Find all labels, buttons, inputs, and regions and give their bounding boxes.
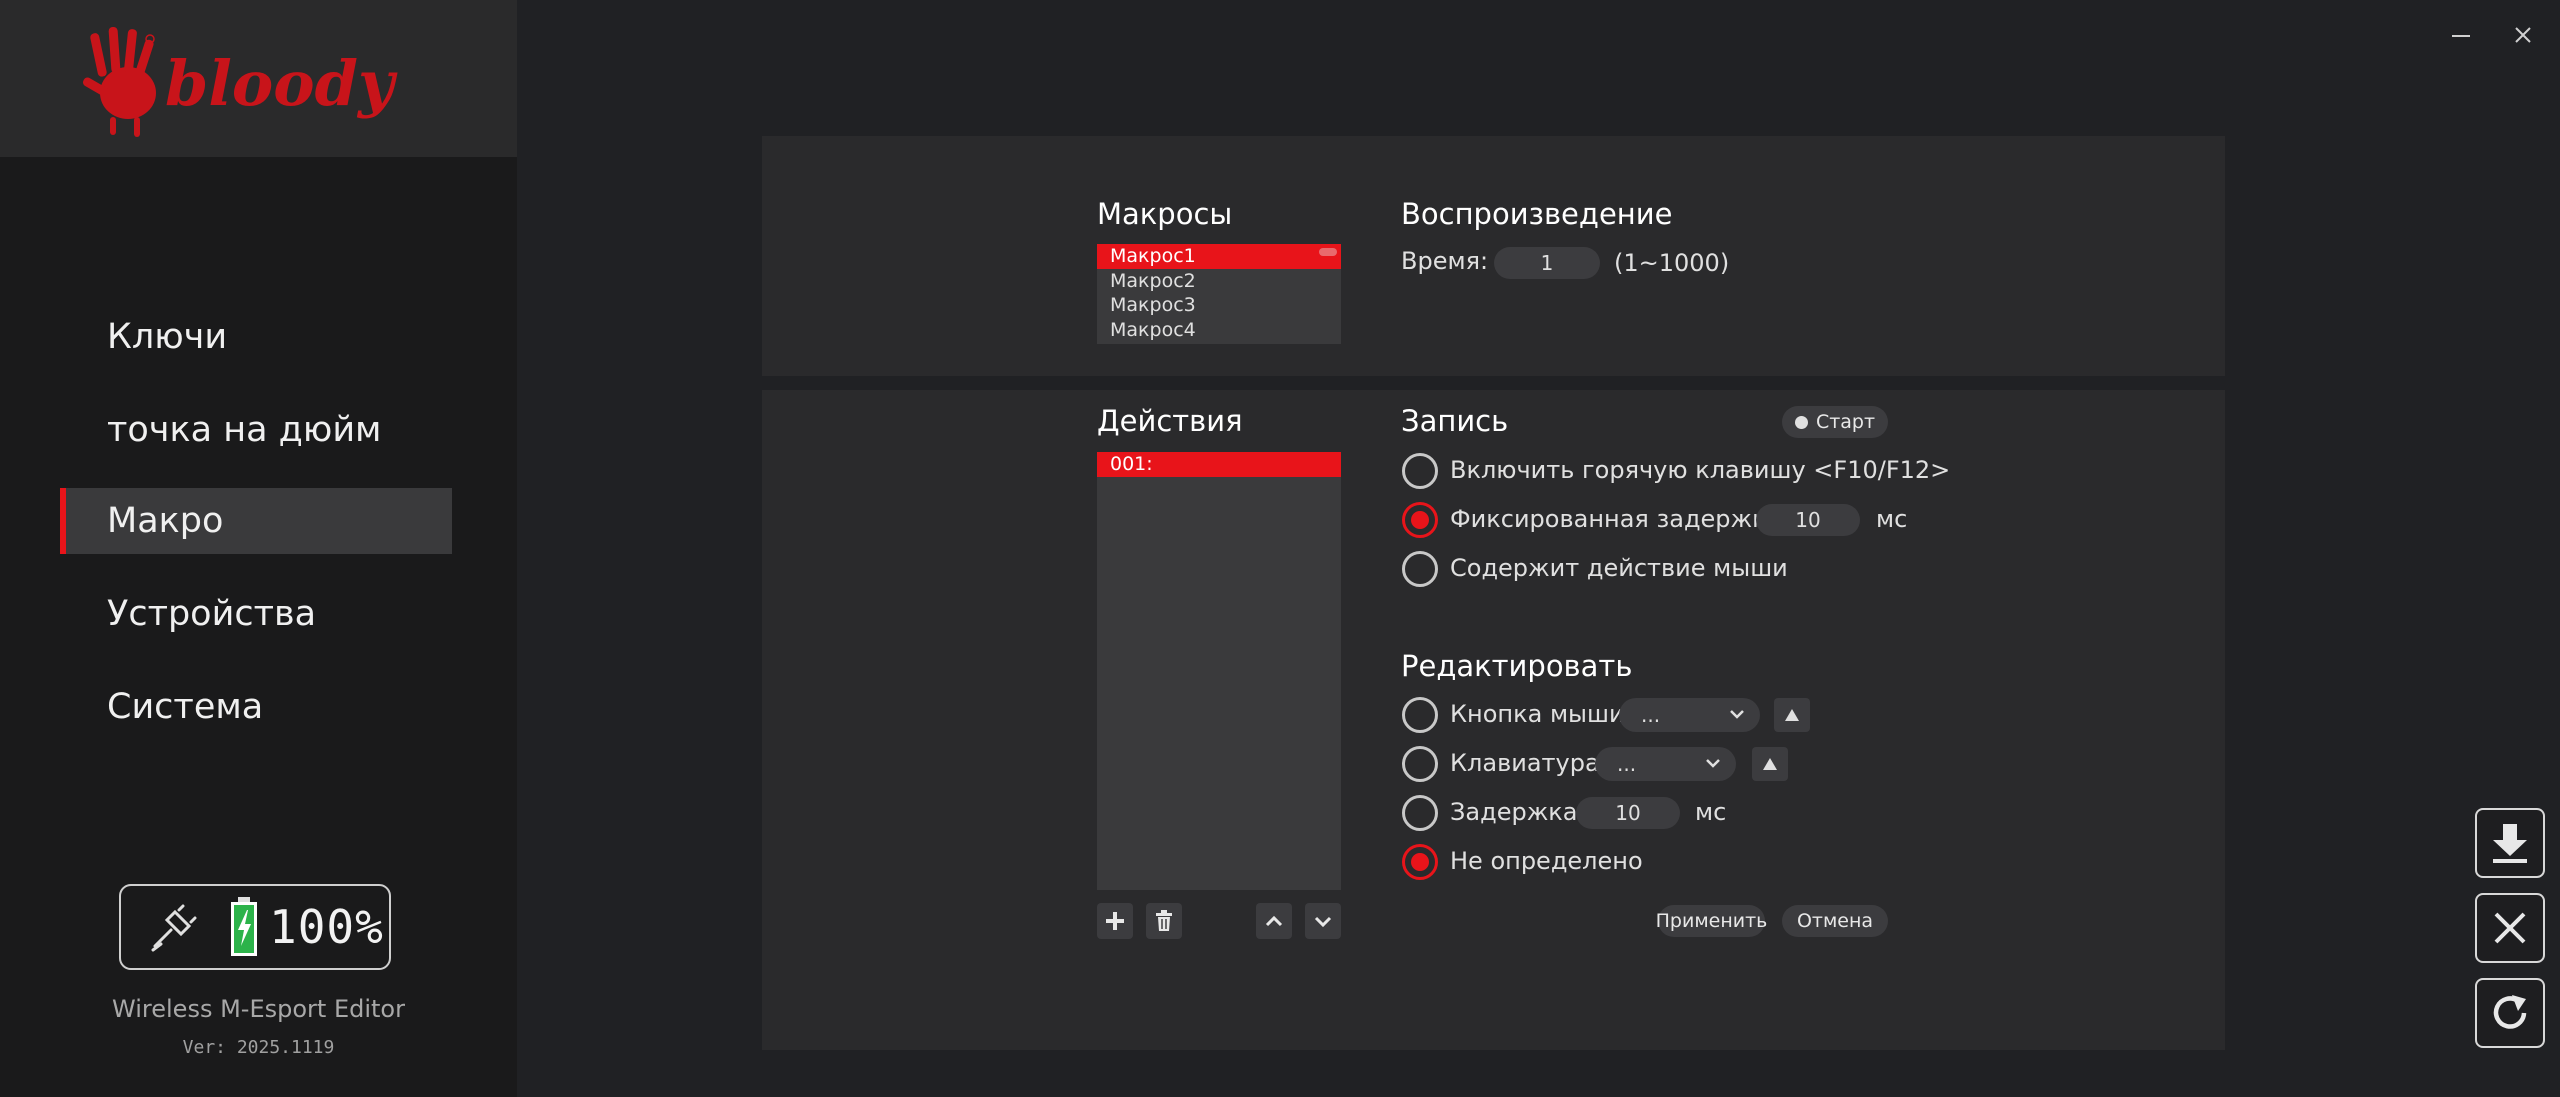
apply-button[interactable]: Применить xyxy=(1656,905,1767,937)
trash-icon xyxy=(1156,910,1172,931)
actions-list[interactable]: 001: xyxy=(1097,452,1341,890)
actions-title: Действия xyxy=(1097,404,1243,438)
undefined-radio[interactable] xyxy=(1402,844,1438,880)
macro-playback-panel xyxy=(762,136,2225,376)
delay-input[interactable]: 10 xyxy=(1576,797,1680,829)
logo-area: bloody xyxy=(0,0,517,157)
hotkey-label: Включить горячую клавишу <F10/F12> xyxy=(1450,456,1951,484)
mouse-button-dropdown[interactable]: ... xyxy=(1619,698,1760,732)
mouse-button-radio[interactable] xyxy=(1402,697,1438,733)
fixed-delay-radio[interactable] xyxy=(1402,502,1438,538)
sidebar-item-label: Ключи xyxy=(107,317,228,357)
move-up-button[interactable] xyxy=(1256,903,1292,939)
close-icon xyxy=(2494,912,2526,944)
save-to-device-button[interactable] xyxy=(2475,808,2545,878)
add-action-button[interactable] xyxy=(1097,903,1133,939)
sidebar-item-label: Система xyxy=(107,687,264,727)
playback-title: Воспроизведение xyxy=(1401,197,1673,231)
fixed-delay-unit: мс xyxy=(1876,505,1908,533)
list-item[interactable]: Макрос1 xyxy=(1097,244,1341,269)
fixed-delay-label: Фиксированная задержка xyxy=(1450,505,1782,533)
bloody-logo: bloody xyxy=(82,26,398,137)
time-range-label: (1~1000) xyxy=(1614,249,1730,277)
playback-time-input[interactable]: 1 xyxy=(1494,247,1600,279)
record-title: Запись xyxy=(1401,404,1509,438)
sidebar-item-dpi[interactable]: точка на дюйм xyxy=(60,397,452,463)
move-down-button[interactable] xyxy=(1305,903,1341,939)
keyboard-toggle[interactable] xyxy=(1752,747,1788,781)
triangle-up-icon xyxy=(1763,758,1777,770)
delay-unit: мс xyxy=(1695,798,1727,826)
usb-plug-icon xyxy=(151,904,197,952)
sidebar-item-macro[interactable]: Макро xyxy=(60,488,452,554)
minimize-icon xyxy=(2452,35,2470,37)
macro-list[interactable]: Макрос1 Макрос2 Макрос3 Макрос4 xyxy=(1097,244,1341,344)
close-icon xyxy=(2515,27,2531,43)
edit-title: Редактировать xyxy=(1401,649,1633,683)
reset-button[interactable] xyxy=(2475,978,2545,1048)
battery-status: 100% xyxy=(119,884,391,970)
minimize-button[interactable] xyxy=(2446,20,2476,50)
chevron-down-icon xyxy=(1730,710,1744,719)
mouse-action-label: Содержит действие мыши xyxy=(1450,554,1788,582)
sidebar-item-devices[interactable]: Устройства xyxy=(60,581,452,647)
battery-percent: 100% xyxy=(269,900,384,954)
logo-text: bloody xyxy=(165,47,398,120)
list-item[interactable]: Макрос2 xyxy=(1097,269,1341,294)
refresh-icon xyxy=(2493,995,2527,1029)
app-version: Ver: 2025.1119 xyxy=(182,1037,335,1058)
sidebar-item-label: Макро xyxy=(107,501,224,541)
sidebar: bloody Ключи точка на дюйм Макро Устройс… xyxy=(0,0,517,1097)
time-label: Время: xyxy=(1401,247,1489,275)
record-dot-icon xyxy=(1794,415,1808,429)
keyboard-radio[interactable] xyxy=(1402,746,1438,782)
macros-title: Макросы xyxy=(1097,197,1233,231)
cancel-button[interactable]: Отмена xyxy=(1782,905,1888,937)
mouse-action-radio[interactable] xyxy=(1402,551,1438,587)
download-icon xyxy=(2493,824,2527,863)
keyboard-dropdown[interactable]: ... xyxy=(1595,747,1736,781)
triangle-up-icon xyxy=(1785,709,1799,721)
list-item[interactable]: Макрос3 xyxy=(1097,293,1341,318)
scrollbar-thumb[interactable] xyxy=(1319,248,1337,256)
sidebar-item-keys[interactable]: Ключи xyxy=(60,304,452,370)
battery-charging-icon xyxy=(231,897,257,956)
plus-icon xyxy=(1106,912,1124,930)
close-window-button[interactable] xyxy=(2508,20,2538,50)
delay-radio[interactable] xyxy=(1402,795,1438,831)
fixed-delay-input[interactable]: 10 xyxy=(1756,504,1860,536)
chevron-up-icon xyxy=(1265,915,1283,927)
list-item[interactable]: Макрос4 xyxy=(1097,318,1341,343)
delay-label: Задержка xyxy=(1450,798,1578,826)
sidebar-item-label: Устройства xyxy=(107,594,317,634)
mouse-button-label: Кнопка мыши xyxy=(1450,700,1625,728)
start-record-button[interactable]: Старт xyxy=(1782,406,1888,438)
sidebar-item-label: точка на дюйм xyxy=(107,410,382,450)
undefined-label: Не определено xyxy=(1450,847,1643,875)
chevron-down-icon xyxy=(1706,759,1720,768)
list-item[interactable]: 001: xyxy=(1097,452,1341,477)
keyboard-label: Клавиатура xyxy=(1450,749,1600,777)
app-name: Wireless M-Esport Editor xyxy=(112,995,405,1023)
chevron-down-icon xyxy=(1314,916,1332,928)
hotkey-radio[interactable] xyxy=(1402,453,1438,489)
discard-button[interactable] xyxy=(2475,893,2545,963)
mouse-button-toggle[interactable] xyxy=(1774,698,1810,732)
delete-action-button[interactable] xyxy=(1146,903,1182,939)
sidebar-item-system[interactable]: Система xyxy=(60,674,452,740)
